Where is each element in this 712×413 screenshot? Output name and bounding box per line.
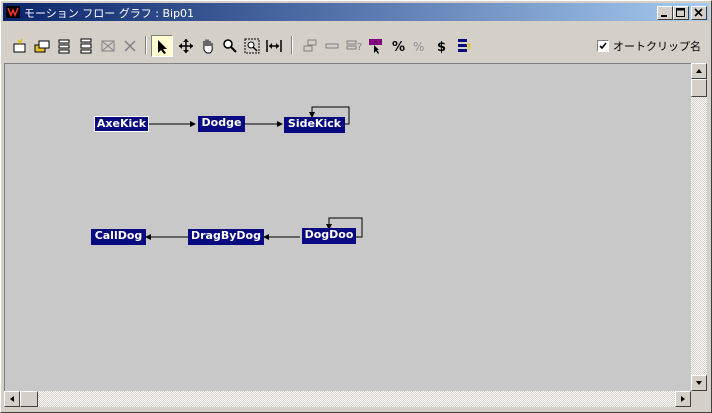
- arrow-left-icon: [10, 396, 14, 402]
- create-transition-icon: [13, 38, 26, 53]
- percent-icon: %: [392, 40, 405, 54]
- zoom-region-icon: [244, 38, 260, 54]
- select-random-start-icon: [369, 39, 382, 54]
- motion-flow-graph-window: モーション フロー グラフ : Bip01 ? % % $ ? オートクリップ名…: [0, 0, 712, 413]
- toolbar-separator: [291, 36, 293, 54]
- checkmark-icon: [599, 42, 607, 50]
- autoclip-toggle[interactable]: オートクリップ名: [597, 38, 701, 54]
- scroll-left-button[interactable]: [4, 391, 20, 407]
- svg-text:?: ?: [357, 42, 362, 53]
- add-script-icon: [80, 38, 92, 54]
- motion-node-axekick[interactable]: AxeKick: [94, 116, 149, 132]
- script-button[interactable]: ?: [453, 35, 475, 57]
- select-random-start-button[interactable]: [365, 35, 387, 57]
- minus-icon: [325, 43, 339, 49]
- horizontal-scrollbar[interactable]: [4, 391, 691, 407]
- dollar-icon: $: [437, 40, 446, 54]
- close-button[interactable]: [691, 6, 707, 20]
- autoclip-label: オートクリップ名: [613, 40, 701, 53]
- delete-node-button[interactable]: [97, 35, 119, 57]
- create-clip-button[interactable]: [31, 35, 53, 57]
- close-icon: [124, 40, 136, 52]
- show-all-button[interactable]: [299, 35, 321, 57]
- zoom-region-button[interactable]: [241, 35, 263, 57]
- show-all-icon: [303, 39, 317, 52]
- select-tool-button[interactable]: [151, 35, 173, 57]
- svg-text:%: %: [392, 40, 405, 54]
- create-transition-button[interactable]: [9, 35, 31, 57]
- select-arrow-icon: [158, 40, 167, 54]
- move-icon: [179, 39, 193, 53]
- add-script-button[interactable]: [75, 35, 97, 57]
- maximize-button[interactable]: [673, 6, 689, 20]
- vertical-scroll-thumb[interactable]: [691, 79, 707, 97]
- minimize-button[interactable]: [657, 6, 673, 20]
- properties-button[interactable]: ?: [343, 35, 365, 57]
- svg-text:$: $: [437, 40, 446, 54]
- delete-link-button[interactable]: [119, 35, 141, 57]
- move-tool-button[interactable]: [175, 35, 197, 57]
- percent-button[interactable]: %: [387, 35, 409, 57]
- arrow-right-icon: [681, 396, 685, 402]
- zoom-tool-button[interactable]: [219, 35, 241, 57]
- script-icon: ?: [458, 39, 471, 53]
- collapse-button[interactable]: [321, 35, 343, 57]
- close-icon: [694, 8, 703, 17]
- scrollbar-corner: [691, 391, 707, 407]
- arrow-up-icon: [696, 69, 702, 73]
- svg-text:?: ?: [466, 43, 471, 53]
- zoom-icon: [223, 39, 237, 53]
- create-clip-icon: [34, 40, 50, 53]
- scroll-down-button[interactable]: [691, 375, 707, 391]
- minimize-icon: [661, 15, 667, 17]
- motion-node-dodge[interactable]: Dodge: [198, 116, 245, 132]
- arrow-down-icon: [696, 381, 702, 385]
- scroll-right-button[interactable]: [675, 391, 691, 407]
- horizontal-scroll-thumb[interactable]: [20, 391, 38, 407]
- motion-node-dragbydog[interactable]: DragByDog: [188, 229, 264, 245]
- motion-node-sidekick[interactable]: SideKick: [284, 117, 345, 133]
- properties-icon: ?: [346, 40, 362, 53]
- title-bar[interactable]: モーション フロー グラフ : Bip01: [3, 3, 709, 21]
- app-icon: [6, 6, 20, 18]
- pan-hand-icon: [203, 39, 213, 54]
- scroll-up-button[interactable]: [691, 63, 707, 79]
- motion-node-dogdoo[interactable]: DogDoo: [302, 228, 356, 244]
- delete-icon: [101, 40, 115, 52]
- toolbar: ? % % $ ? オートクリップ名: [3, 23, 709, 61]
- add-random-icon: [58, 39, 70, 54]
- random-transitions-icon: %: [413, 40, 424, 54]
- pan-tool-button[interactable]: [197, 35, 219, 57]
- maximize-icon: [676, 8, 685, 17]
- add-random-button[interactable]: [53, 35, 75, 57]
- window-title: モーション フロー グラフ : Bip01: [24, 7, 195, 20]
- zoom-extents-icon: [266, 40, 282, 52]
- vertical-scrollbar[interactable]: [691, 63, 707, 391]
- toolbar-separator: [145, 36, 147, 54]
- autoclip-checkbox[interactable]: [597, 40, 609, 52]
- graph-canvas[interactable]: AxeKick Dodge SideKick CallDog DragByDog…: [4, 63, 691, 391]
- svg-text:%: %: [413, 40, 424, 54]
- dollar-button[interactable]: $: [431, 35, 453, 57]
- zoom-extents-button[interactable]: [263, 35, 285, 57]
- motion-node-calldog[interactable]: CallDog: [91, 229, 146, 245]
- random-transitions-button[interactable]: %: [409, 35, 431, 57]
